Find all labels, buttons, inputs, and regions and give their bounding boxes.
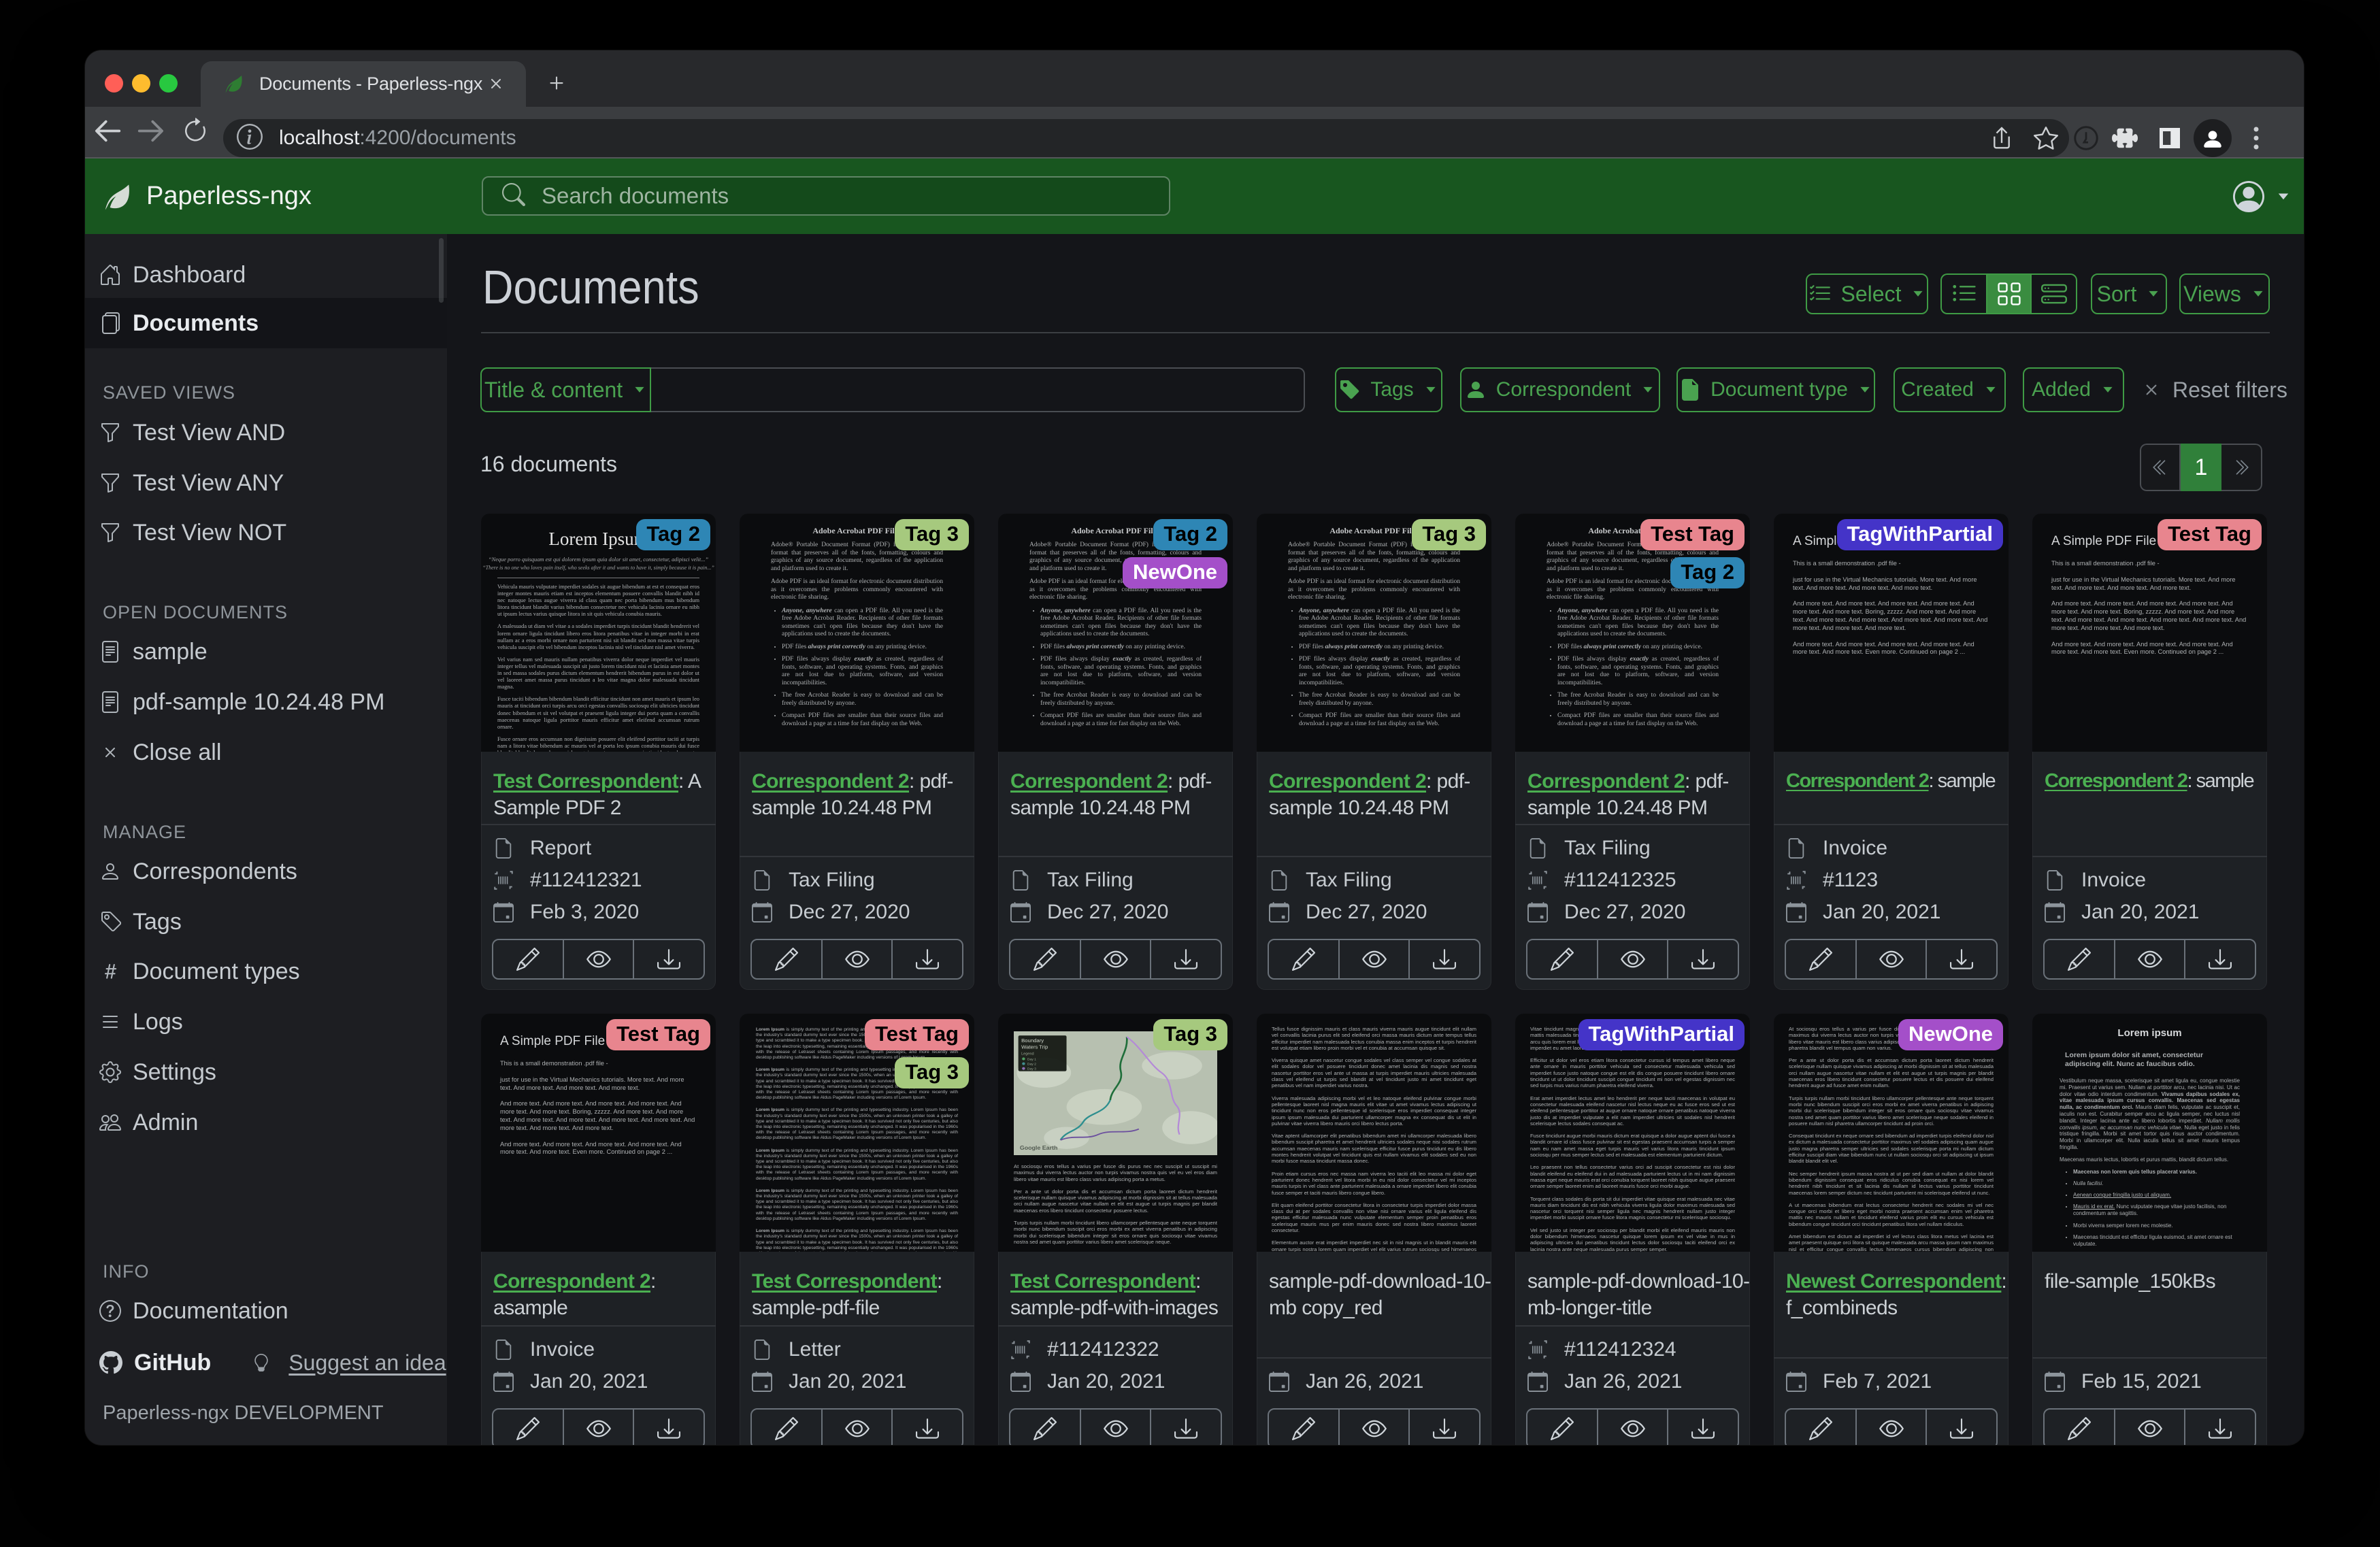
svg-text:Day 2: Day 2	[1027, 1063, 1036, 1067]
svg-text:Boundary: Boundary	[1021, 1038, 1044, 1044]
svg-text:Google Earth: Google Earth	[1020, 1144, 1058, 1151]
svg-text:Day 3: Day 3	[1027, 1067, 1036, 1071]
svg-text:Day 1: Day 1	[1027, 1058, 1036, 1062]
svg-text:Waters Trip: Waters Trip	[1021, 1044, 1048, 1050]
svg-text:Legend: Legend	[1021, 1052, 1034, 1057]
